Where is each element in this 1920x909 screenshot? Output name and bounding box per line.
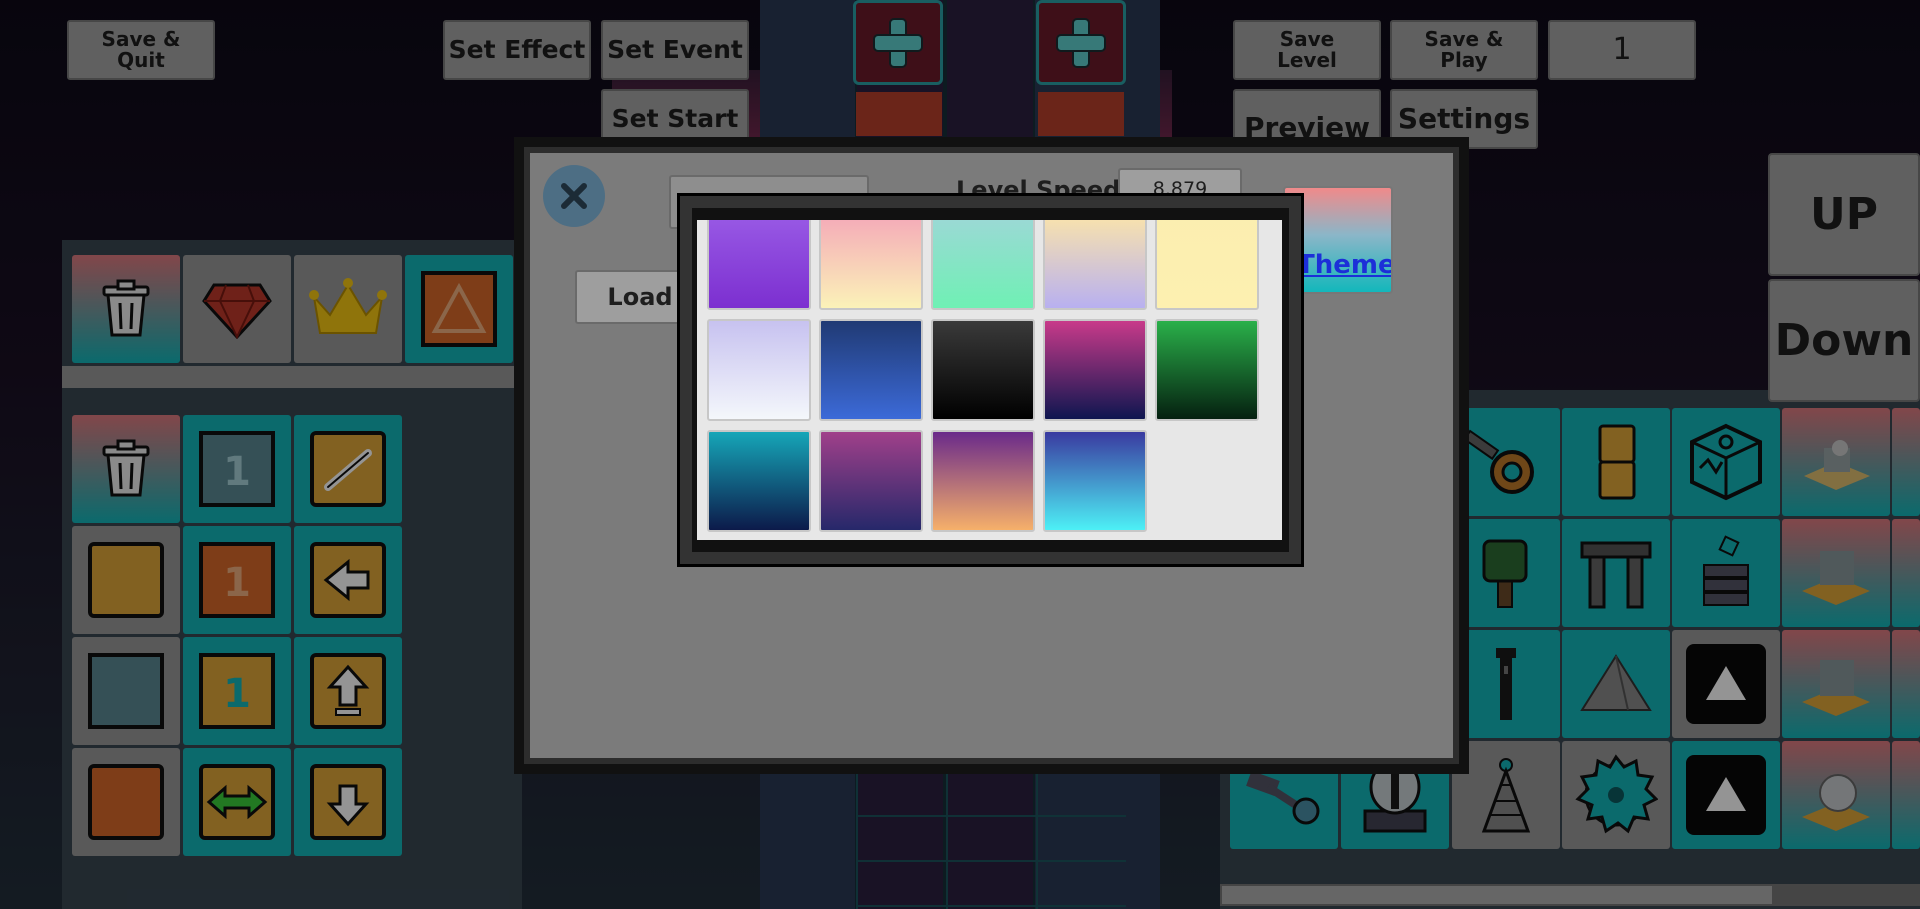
- theme-option-purple-city[interactable]: [707, 220, 811, 310]
- close-button[interactable]: [543, 165, 605, 227]
- theme-option-magenta-cave[interactable]: [819, 430, 923, 532]
- theme-option-teal-castle[interactable]: [931, 220, 1035, 310]
- theme-option-cyan-cave[interactable]: [707, 430, 811, 532]
- close-icon: [561, 183, 587, 209]
- theme-option-yellow-clouds[interactable]: [1155, 220, 1259, 310]
- theme-option-ice-dome[interactable]: [1043, 430, 1147, 532]
- theme-option-green-forest[interactable]: [1155, 319, 1259, 421]
- theme-option-neon-night[interactable]: [1043, 319, 1147, 421]
- theme-option-sunset-clouds[interactable]: [1043, 220, 1147, 310]
- theme-option-pink-castle[interactable]: [819, 220, 923, 310]
- theme-link-label: Theme: [1297, 250, 1393, 280]
- theme-option-white-crystal[interactable]: [707, 319, 811, 421]
- theme-option-dark-ruins[interactable]: [931, 319, 1035, 421]
- theme-picker-grid: [697, 220, 1282, 540]
- theme-option-dusk-gradient[interactable]: [931, 430, 1035, 532]
- theme-option-blue-aurora[interactable]: [819, 319, 923, 421]
